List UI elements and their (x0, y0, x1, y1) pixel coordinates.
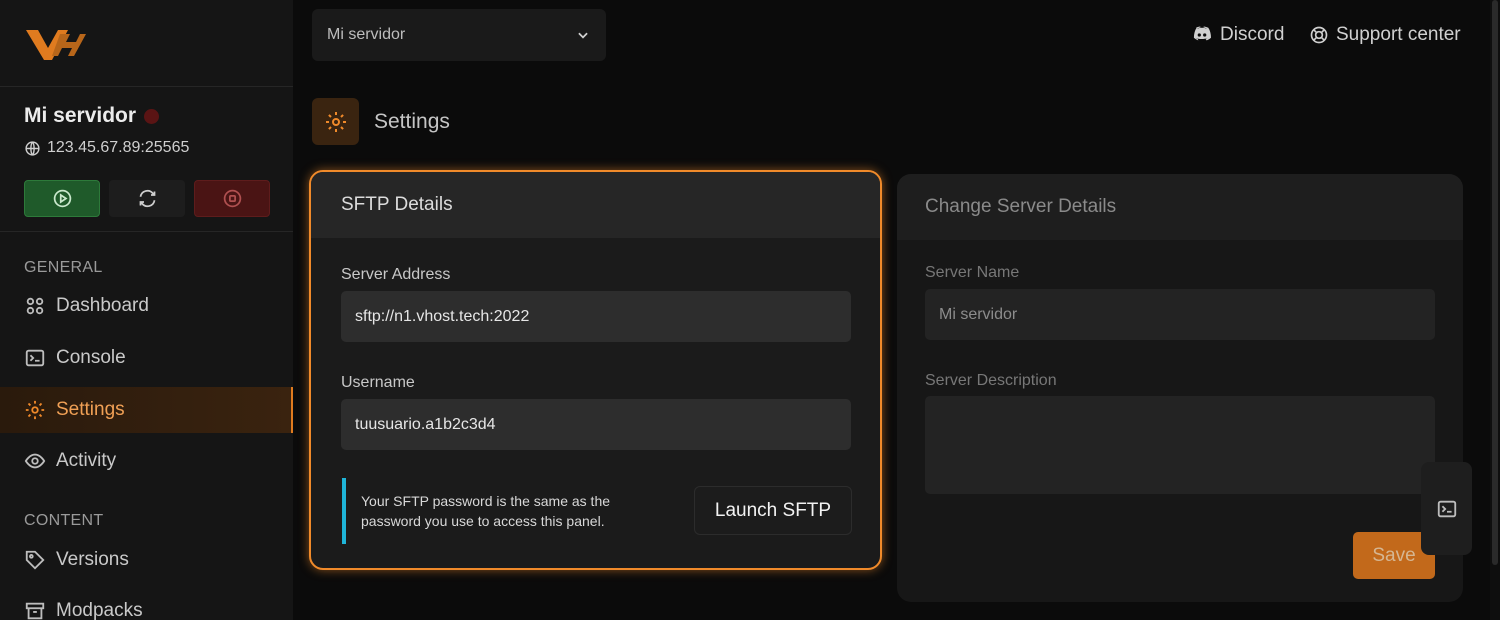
discord-link[interactable]: Discord (1191, 24, 1284, 46)
page-title: Settings (374, 110, 450, 133)
page-header-icon (312, 98, 359, 145)
floating-console-button[interactable] (1421, 462, 1472, 555)
sftp-details-card: SFTP Details Server Address sftp://n1.vh… (309, 170, 882, 570)
stop-circle-icon (223, 189, 241, 208)
gear-icon (325, 111, 346, 132)
sidebar-item-label: Activity (56, 450, 117, 471)
card-title: Change Server Details (897, 174, 1463, 240)
server-status-dot (144, 108, 160, 124)
sftp-note-line-2: password you use to access this panel. (361, 513, 605, 529)
sidebar-item-label: Modpacks (56, 600, 143, 620)
sidebar-item-modpacks[interactable]: Modpacks (0, 588, 293, 620)
sidebar-item-dashboard[interactable]: Dashboard (0, 283, 293, 329)
page-scrollbar[interactable] (1490, 0, 1500, 620)
section-label-general: GENERAL (24, 259, 103, 276)
card-title: SFTP Details (311, 172, 880, 238)
server-description-field[interactable] (925, 396, 1435, 494)
restart-button[interactable] (109, 180, 185, 217)
archive-icon (25, 602, 45, 620)
sidebar-item-label: Dashboard (56, 295, 149, 316)
server-name-field[interactable]: Mi servidor (925, 289, 1435, 340)
sidebar: Mi servidor 123.45.67.89:25565 GENERAL D… (0, 0, 293, 620)
server-description-label: Server Description (925, 372, 1057, 389)
sidebar-item-console[interactable]: Console (0, 335, 293, 381)
globe-icon (25, 140, 40, 156)
sidebar-item-versions[interactable]: Versions (0, 537, 293, 583)
server-address-label: Server Address (341, 266, 451, 283)
play-circle-icon (53, 189, 71, 208)
server-name-text: Mi servidor (24, 104, 137, 127)
server-ip-text: 123.45.67.89:25565 (47, 139, 190, 156)
launch-sftp-button[interactable]: Launch SFTP (694, 486, 852, 535)
support-center-label: Support center (1336, 24, 1461, 45)
stop-button[interactable] (194, 180, 270, 217)
eye-icon (24, 453, 46, 469)
change-server-details-card: Change Server Details Server Name Mi ser… (897, 174, 1463, 602)
lifebuoy-icon (1310, 26, 1328, 44)
username-label: Username (341, 374, 415, 391)
discord-label: Discord (1220, 24, 1285, 45)
discord-icon (1193, 26, 1211, 41)
server-name-label: Server Name (925, 264, 1020, 281)
sidebar-item-settings[interactable]: Settings (0, 387, 293, 433)
start-button[interactable] (24, 180, 100, 217)
terminal-icon (1437, 500, 1456, 517)
sftp-password-note: Your SFTP password is the same as the pa… (342, 478, 672, 544)
brand-logo[interactable] (24, 22, 86, 62)
app-root: Mi servidor 123.45.67.89:25565 GENERAL D… (0, 0, 1500, 620)
sidebar-divider (0, 86, 293, 87)
server-address-field[interactable]: sftp://n1.vhost.tech:2022 (341, 291, 851, 342)
scrollbar-thumb[interactable] (1492, 0, 1498, 565)
server-ip[interactable]: 123.45.67.89:25565 (24, 139, 189, 157)
grid-icon (26, 297, 44, 315)
sidebar-item-label: Console (56, 347, 126, 368)
username-field[interactable]: tuusuario.a1b2c3d4 (341, 399, 851, 450)
gear-icon (25, 400, 45, 420)
sidebar-divider (0, 231, 293, 232)
sftp-note-line-1: Your SFTP password is the same as the (361, 493, 611, 509)
section-label-content: CONTENT (24, 512, 104, 529)
sidebar-item-label: Settings (56, 399, 125, 420)
refresh-icon (139, 189, 155, 208)
server-name: Mi servidor (24, 104, 160, 128)
server-select[interactable]: Mi servidor (312, 9, 606, 61)
terminal-icon (25, 349, 45, 367)
server-select-value: Mi servidor (327, 26, 406, 43)
tag-icon (25, 550, 45, 570)
support-center-link[interactable]: Support center (1309, 24, 1461, 46)
chevron-down-icon (578, 32, 588, 39)
sidebar-item-activity[interactable]: Activity (0, 438, 293, 484)
sidebar-item-label: Versions (56, 549, 129, 570)
